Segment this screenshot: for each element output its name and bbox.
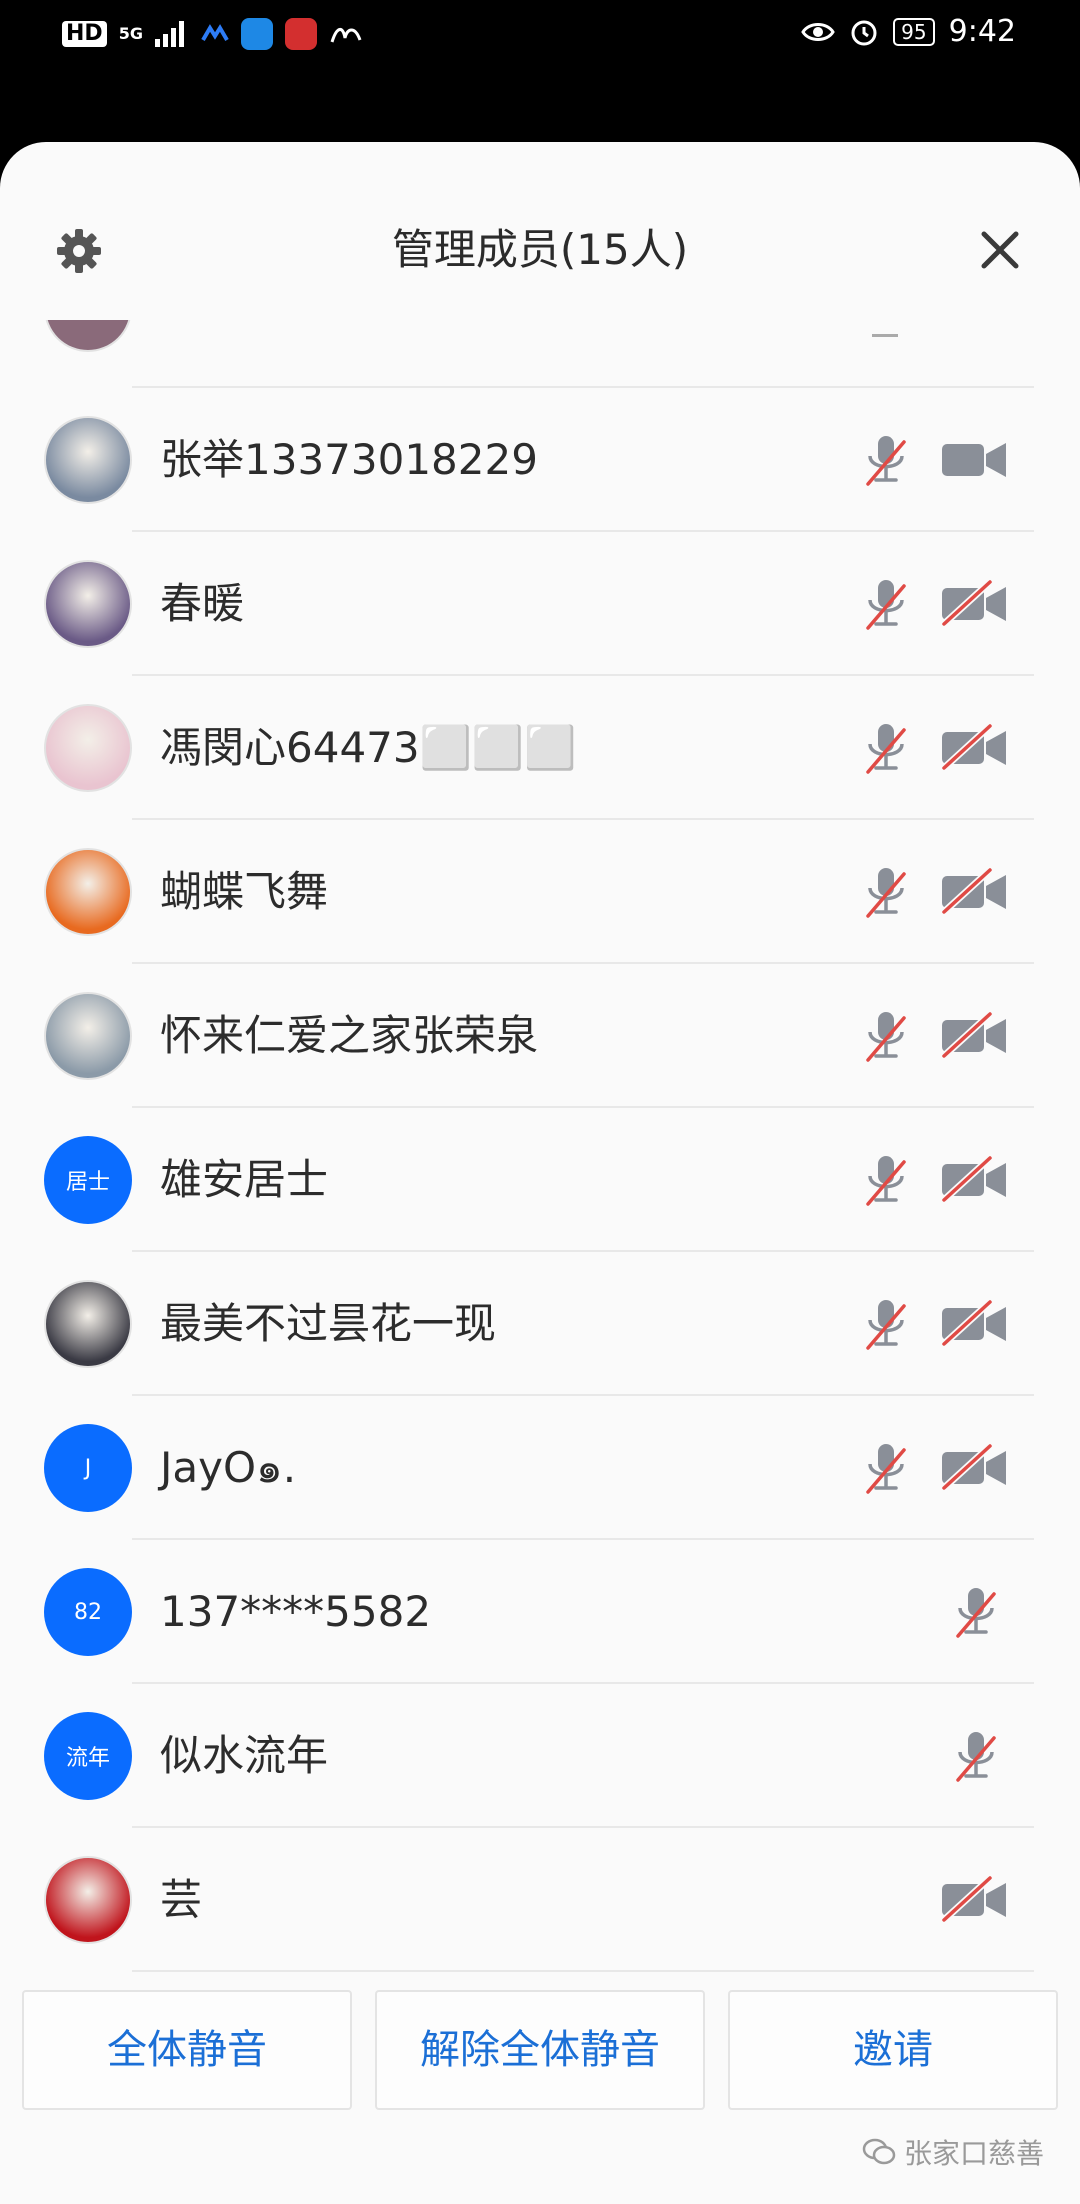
page-title: 管理成员(15人) (391, 225, 689, 274)
list-item[interactable]: 居士 雄安居士 (0, 1108, 1080, 1252)
camera-off-icon[interactable] (940, 1006, 1010, 1066)
watermark: 张家口慈善 (862, 2132, 1044, 2172)
mic-muted-icon[interactable] (946, 1726, 1006, 1786)
member-name: 最美不过昙花一现 (160, 1299, 497, 1348)
camera-off-icon[interactable] (940, 1438, 1010, 1498)
avatar (44, 1856, 132, 1944)
close-icon[interactable] (978, 228, 1022, 272)
app-notification-icon (201, 24, 229, 42)
avatar (44, 1280, 132, 1368)
list-item (0, 320, 1080, 388)
list-item[interactable]: 流年 似水流年 (0, 1684, 1080, 1828)
camera-icon[interactable] (940, 430, 1010, 490)
mic-muted-icon[interactable] (856, 1294, 916, 1354)
member-name: 似水流年 (160, 1731, 329, 1780)
avatar-initials: 流年 (44, 1712, 132, 1800)
alarm-icon (851, 20, 877, 45)
camera-off-icon[interactable] (940, 1150, 1010, 1210)
battery-indicator: 95 (893, 17, 935, 46)
member-name: 蝴蝶飞舞 (160, 867, 329, 916)
mic-muted-icon[interactable] (856, 1438, 916, 1498)
avatar (44, 320, 132, 352)
list-item[interactable]: 怀来仁爱之家张荣泉 (0, 964, 1080, 1108)
member-name: JayO๑. (160, 1443, 297, 1492)
camera-off-icon[interactable] (940, 718, 1010, 778)
avatar (44, 416, 132, 504)
mic-muted-icon[interactable] (856, 1006, 916, 1066)
mic-muted-icon[interactable] (856, 430, 916, 490)
member-name: 137****5582 (160, 1587, 432, 1636)
camera-off-icon[interactable] (940, 574, 1010, 634)
manage-members-sheet: 管理成员(15人) 张举13373018229 春暖 馮閔心64473⬜⬜⬜ 蝴… (0, 142, 1080, 2204)
list-item[interactable]: 春暖 (0, 532, 1080, 676)
member-list[interactable]: 张举13373018229 春暖 馮閔心64473⬜⬜⬜ 蝴蝶飞舞 怀来仁爱之家… (0, 320, 1080, 2085)
list-item[interactable]: 82 137****5582 (0, 1540, 1080, 1684)
mute-all-button[interactable]: 全体静音 (22, 1990, 352, 2110)
status-bar: HD 5G 95 9:42 (0, 0, 1080, 70)
avatar (44, 992, 132, 1080)
mic-muted-icon[interactable] (946, 1582, 1006, 1642)
list-item[interactable]: 芸 (0, 1828, 1080, 1972)
browser-app-icon (240, 18, 273, 50)
list-item[interactable]: 馮閔心64473⬜⬜⬜ (0, 676, 1080, 820)
clock: 9:42 (948, 14, 1016, 49)
member-name: 芸 (160, 1875, 203, 1924)
hd-indicator: HD (62, 21, 107, 47)
recorder-app-icon (284, 18, 317, 50)
row-divider (132, 1970, 1034, 1972)
mic-muted-icon[interactable] (856, 574, 916, 634)
list-item[interactable]: 蝴蝶飞舞 (0, 820, 1080, 964)
network-type: 5G (118, 24, 143, 43)
member-name: 春暖 (160, 579, 245, 628)
member-name: 怀来仁爱之家张荣泉 (160, 1011, 539, 1060)
camera-off-icon[interactable] (940, 862, 1010, 922)
study-app-icon (330, 28, 362, 43)
member-name: 雄安居士 (160, 1155, 329, 1204)
member-name: 馮閔心64473⬜⬜⬜ (160, 723, 577, 772)
avatar-initials: 居士 (44, 1136, 132, 1224)
avatar (44, 848, 132, 936)
wechat-icon (862, 2138, 896, 2165)
invite-button[interactable]: 邀请 (728, 1990, 1058, 2110)
mic-icon (872, 334, 898, 337)
unmute-all-button[interactable]: 解除全体静音 (375, 1990, 705, 2110)
watermark-text: 张家口慈善 (903, 2137, 1044, 2170)
avatar (44, 704, 132, 792)
avatar-initials: J (44, 1424, 132, 1512)
camera-off-icon[interactable] (940, 1870, 1010, 1930)
signal-icon (154, 21, 184, 47)
avatar (44, 560, 132, 648)
camera-off-icon[interactable] (940, 1294, 1010, 1354)
list-item[interactable]: J JayO๑. (0, 1396, 1080, 1540)
mic-muted-icon[interactable] (856, 1150, 916, 1210)
action-bar: 全体静音 解除全体静音 邀请 (22, 1990, 1058, 2112)
sheet-header: 管理成员(15人) (0, 142, 1080, 302)
eye-icon (801, 22, 835, 41)
list-item[interactable]: 最美不过昙花一现 (0, 1252, 1080, 1396)
avatar-initials: 82 (44, 1568, 132, 1656)
member-name: 张举13373018229 (160, 435, 538, 484)
mic-muted-icon[interactable] (856, 718, 916, 778)
mic-muted-icon[interactable] (856, 862, 916, 922)
list-item[interactable]: 张举13373018229 (0, 388, 1080, 532)
